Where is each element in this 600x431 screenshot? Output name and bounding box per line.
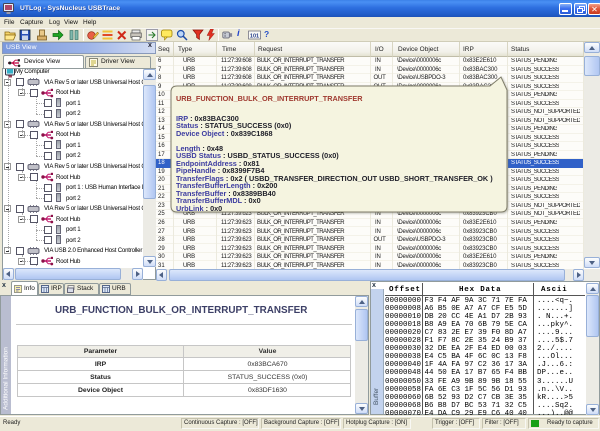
svg-text:101: 101	[249, 33, 258, 39]
